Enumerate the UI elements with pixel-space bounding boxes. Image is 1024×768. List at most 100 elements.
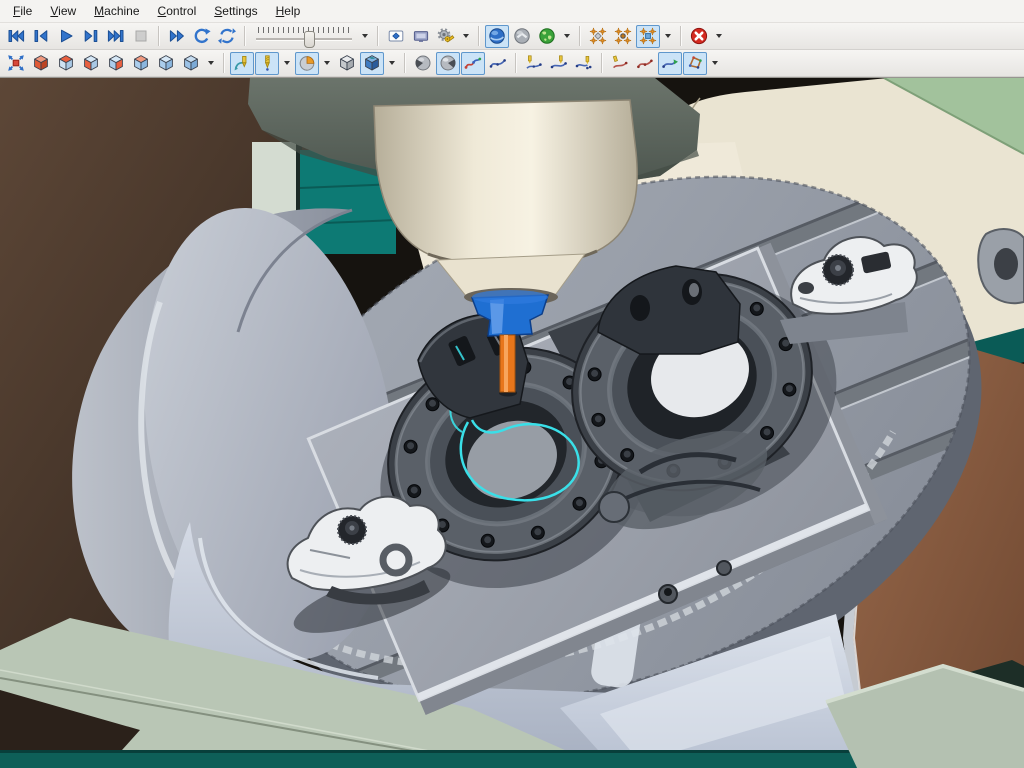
machine-settings-button[interactable] [434,25,458,48]
dome-1-icon [414,54,432,72]
view-left-button[interactable] [154,52,178,75]
skip-to-end-button[interactable] [104,25,128,48]
view-back-button[interactable] [129,52,153,75]
toolpath-with-tool-4-button[interactable] [608,52,632,75]
cube-blue2-icon [182,54,200,72]
path-colored-icon [464,54,482,72]
show-tool-button[interactable] [255,52,279,75]
show-tool-options-dropdown[interactable] [281,52,293,75]
stop-on-error-options-dropdown[interactable] [713,25,725,48]
stop-on-error-button[interactable] [687,25,711,48]
show-holder-options-dropdown[interactable] [321,52,333,75]
skip-end-icon [107,27,125,45]
clear-view-button[interactable] [384,25,408,48]
standard-views-dropdown[interactable] [205,52,217,75]
step-backward-button[interactable] [29,25,53,48]
step-forward-button[interactable] [79,25,103,48]
chevron-down-icon [208,61,214,65]
material-removal-sections-button[interactable] [436,52,460,75]
reset-simulation-button[interactable] [190,25,214,48]
speed-options-dropdown[interactable] [359,25,371,48]
menu-machine[interactable]: Machine [85,1,148,21]
menu-view[interactable]: View [41,1,85,21]
toolbar-views [0,50,1024,77]
chevron-down-icon [712,61,718,65]
eraser-icon [387,27,405,45]
toolpath-options-dropdown[interactable] [709,52,721,75]
path-tool-2-icon [550,54,568,72]
cube-blue-icon [157,54,175,72]
chevron-down-icon [665,34,671,38]
error-stop-icon [690,27,708,45]
chevron-down-icon [284,61,290,65]
menu-bar: File View Machine Control Settings Help [0,0,1024,23]
rewind-reset-button[interactable] [215,25,239,48]
show-stock-button[interactable] [335,52,359,75]
play-simulation-button[interactable] [54,25,78,48]
refresh-icon [218,27,236,45]
fast-forward-icon [168,27,186,45]
view-mode-dropdown[interactable] [561,25,573,48]
show-tool-trace-button[interactable] [230,52,254,75]
collision-check-machine-button[interactable] [586,25,610,48]
menu-settings[interactable]: Settings [205,1,266,21]
menu-help[interactable]: Help [267,1,310,21]
cutting-tool[interactable] [499,335,517,397]
world-view-mode-button[interactable] [535,25,559,48]
fit-view-button[interactable] [4,52,28,75]
menu-file[interactable]: File [4,1,41,21]
toolbar-separator [158,26,160,46]
stop-simulation-button[interactable] [129,25,153,48]
view-bottom-button[interactable] [179,52,203,75]
collision-options-dropdown[interactable] [662,25,674,48]
box-gray-icon [338,54,356,72]
view-right-button[interactable] [104,52,128,75]
view-isometric-button[interactable] [29,52,53,75]
simulation-speed-slider[interactable] [254,25,354,47]
toolbar-separator [601,53,603,73]
cube-front-icon [82,54,100,72]
toolbar-separator [478,26,480,46]
viewport-3d[interactable] [0,77,1024,768]
toolpath-direction-button[interactable] [658,52,682,75]
toolpath-with-tool-3-button[interactable] [572,52,596,75]
toolpath-with-tool-1-button[interactable] [522,52,546,75]
menu-control[interactable]: Control [149,1,206,21]
drill-icon [258,54,276,72]
view-top-button[interactable] [54,52,78,75]
fit-icon [7,54,25,72]
fast-forward-button[interactable] [165,25,189,48]
step-back-icon [32,27,50,45]
toolbar-separator [404,53,406,73]
toolpath-with-tool-2-button[interactable] [547,52,571,75]
toolpath-closed-loop-button[interactable] [683,52,707,75]
machine-settings-dropdown[interactable] [460,25,472,48]
show-machine-options-dropdown[interactable] [386,52,398,75]
view-front-button[interactable] [79,52,103,75]
stock-view-mode-button[interactable] [510,25,534,48]
probe-icon [233,54,251,72]
material-removal-button[interactable] [411,52,435,75]
collision-check-part-button[interactable] [611,25,635,48]
sphere-blue-icon [488,27,506,45]
toolbar-separator [515,53,517,73]
skip-start-icon [7,27,25,45]
toolpath-segments-button[interactable] [633,52,657,75]
reset-icon [193,27,211,45]
toolbar-separator [377,26,379,46]
panel-icon [412,27,430,45]
show-toolpath-plain-button[interactable] [486,52,510,75]
toolbar-separator [680,26,682,46]
show-holder-button[interactable] [295,52,319,75]
show-machine-button[interactable] [360,52,384,75]
slider-thumb[interactable] [304,31,315,48]
path-tool-4-icon [611,54,629,72]
control-panel-button[interactable] [409,25,433,48]
chevron-down-icon [362,34,368,38]
box-blue-icon [363,54,381,72]
rewind-to-start-button[interactable] [4,25,28,48]
sphere-orange-icon [298,54,316,72]
show-toolpath-button[interactable] [461,52,485,75]
solid-view-mode-button[interactable] [485,25,509,48]
collision-check-all-button[interactable] [636,25,660,48]
